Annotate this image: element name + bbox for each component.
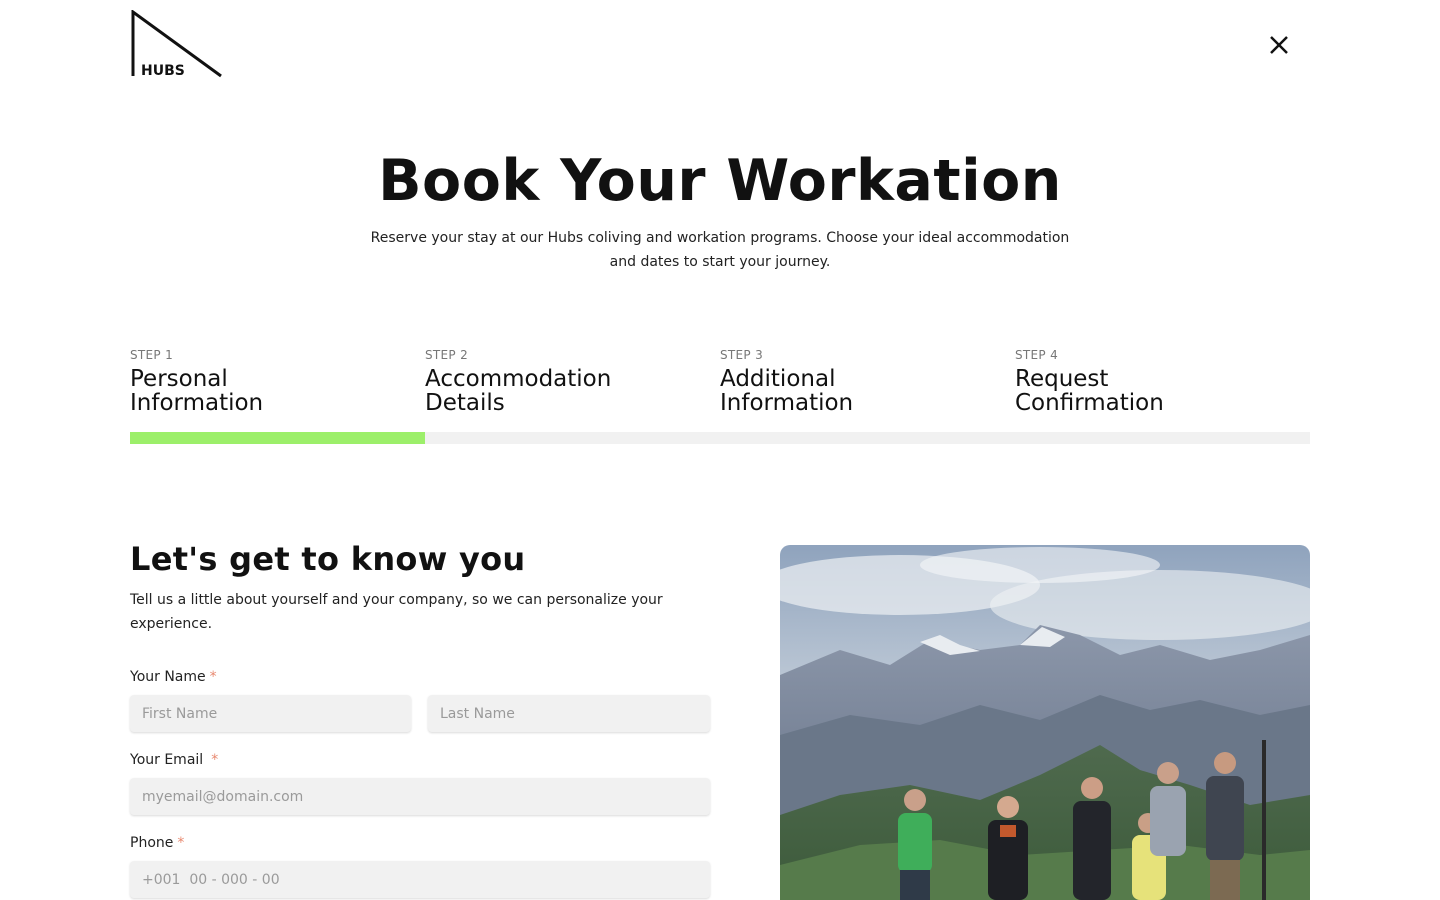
- step-title: Request Confirmation: [1015, 367, 1310, 415]
- step-number: STEP 2: [425, 348, 469, 362]
- hubs-logo[interactable]: HUBS: [130, 10, 224, 80]
- page-subtitle-line1: Reserve your stay at our Hubs coliving a…: [370, 230, 1070, 246]
- step-title-line2: Confirmation: [1015, 390, 1164, 416]
- page-subtitle: Reserve your stay at our Hubs coliving a…: [360, 226, 1080, 274]
- required-mark: *: [211, 752, 219, 768]
- step-accommodation-details[interactable]: STEP 2 Accommodation Details: [425, 348, 720, 415]
- required-mark: *: [209, 669, 217, 685]
- email-input[interactable]: [130, 778, 710, 815]
- step-personal-information[interactable]: STEP 1 Personal Information: [130, 348, 425, 415]
- required-mark: *: [177, 835, 185, 851]
- progress-bar-fill: [130, 432, 425, 444]
- last-name-input[interactable]: [428, 695, 710, 732]
- form-title: Let's get to know you: [130, 540, 526, 578]
- form-description: Tell us a little about yourself and your…: [130, 592, 663, 632]
- step-title-line1: Accommodation: [425, 366, 612, 392]
- page-subtitle-line2: and dates to start your journey.: [609, 254, 831, 270]
- email-label-text: Your Email: [130, 752, 204, 768]
- step-title-line1: Request: [1015, 366, 1109, 392]
- step-title: Additional Information: [720, 367, 1015, 415]
- page-title: Book Your Workation: [378, 148, 1062, 214]
- progress-bar: [130, 432, 1310, 444]
- first-name-input[interactable]: [130, 695, 411, 732]
- trekking-pole: [1262, 740, 1266, 900]
- step-title-line2: Details: [425, 390, 505, 416]
- step-title-line2: Information: [720, 390, 854, 416]
- close-button[interactable]: [1264, 30, 1294, 60]
- phone-label: Phone *: [130, 835, 184, 851]
- close-icon: [1270, 36, 1288, 54]
- logo-mark: HUBS: [131, 10, 222, 79]
- name-label: Your Name *: [130, 669, 217, 685]
- step-additional-information[interactable]: STEP 3 Additional Information: [720, 348, 1015, 415]
- step-indicator: STEP 1 Personal Information STEP 2 Accom…: [130, 348, 1310, 415]
- step-title: Accommodation Details: [425, 367, 720, 415]
- phone-input[interactable]: [130, 861, 710, 898]
- step-title-line1: Additional: [720, 366, 836, 392]
- group-photo-mountains: [780, 545, 1310, 900]
- name-label-text: Your Name: [130, 669, 206, 685]
- step-title-line2: Information: [130, 390, 264, 416]
- step-request-confirmation[interactable]: STEP 4 Request Confirmation: [1015, 348, 1310, 415]
- photo-illustration: [780, 545, 1310, 900]
- step-number: STEP 3: [720, 348, 764, 362]
- step-title-line1: Personal: [130, 366, 228, 392]
- logo-text: HUBS: [141, 63, 185, 79]
- email-label: Your Email *: [130, 752, 218, 768]
- step-number: STEP 4: [1015, 348, 1059, 362]
- phone-label-text: Phone: [130, 835, 174, 851]
- step-number: STEP 1: [130, 348, 174, 362]
- step-title: Personal Information: [130, 367, 425, 415]
